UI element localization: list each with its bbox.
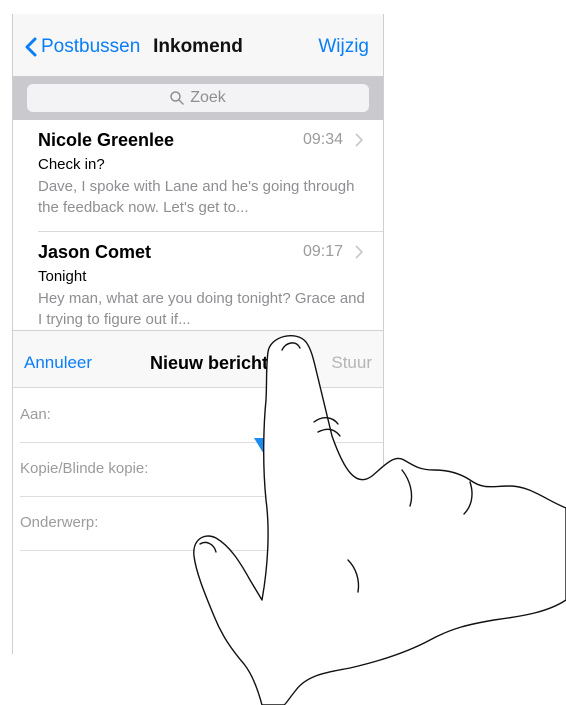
list-item[interactable]: Nicole Greenlee 09:34 Check in? Dave, I … (13, 120, 383, 232)
message-time: 09:34 (302, 131, 343, 148)
search-placeholder: Zoek (190, 89, 226, 106)
message-subject: Check in? (38, 156, 105, 173)
message-time: 09:17 (302, 243, 343, 260)
search-icon (170, 91, 184, 105)
list-item[interactable]: Jason Comet 09:17 Tonight Hey man, what … (13, 232, 383, 344)
cc-bcc-field-label: Kopie/Blinde kopie: (20, 460, 149, 477)
subject-field-label: Onderwerp: (20, 514, 99, 531)
edit-button[interactable]: Wijzig (318, 36, 369, 58)
chevron-right-icon (355, 133, 363, 147)
chevron-right-icon (355, 245, 363, 259)
to-field-label: Aan: (20, 406, 51, 423)
message-subject: Tonight (38, 268, 87, 285)
message-preview: Hey man, what are you doing tonight? Gra… (38, 290, 365, 328)
inbox-panel: Postbussen Inkomend Wijzig Zoek Nicole G… (13, 14, 383, 344)
message-preview: Dave, I spoke with Lane and he's going t… (38, 178, 355, 216)
message-list: Nicole Greenlee 09:34 Check in? Dave, I … (13, 120, 383, 344)
message-sender: Nicole Greenlee (38, 130, 175, 150)
cancel-button[interactable]: Annuleer (24, 353, 92, 373)
inbox-navbar: Postbussen Inkomend Wijzig (13, 14, 383, 76)
hand-swipe-down (193, 334, 566, 705)
search-input[interactable]: Zoek (27, 84, 369, 112)
message-sender: Jason Comet (38, 242, 152, 262)
search-bar: Zoek (13, 76, 383, 120)
